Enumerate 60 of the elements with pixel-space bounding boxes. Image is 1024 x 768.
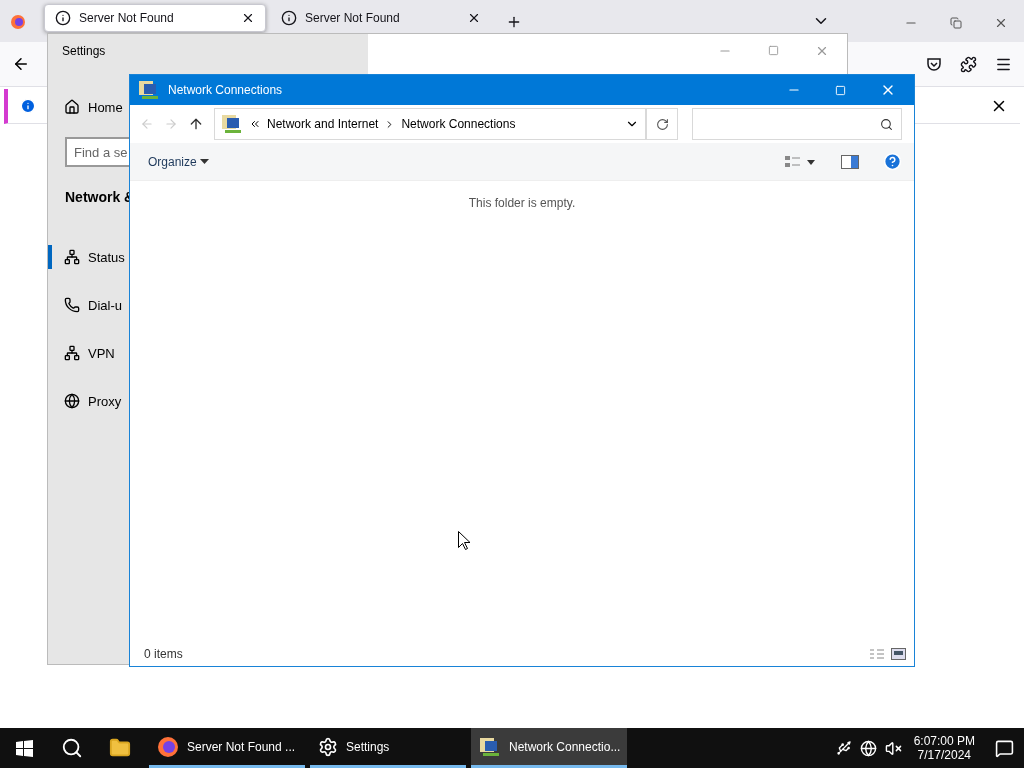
info-icon [20,98,36,114]
extensions-icon[interactable] [960,55,977,73]
usb-icon[interactable] [835,740,852,756]
breadcrumb-item[interactable]: Network Connections [401,117,516,131]
search-icon [880,117,893,131]
info-icon [281,10,297,26]
volume-muted-icon[interactable] [884,739,902,757]
nav-item[interactable]: VPN [48,329,129,377]
up-icon[interactable] [188,116,204,132]
globe-icon [64,393,80,409]
nav-item[interactable]: Status [48,233,129,281]
address-bar[interactable]: Network and Internet Network Connections [214,108,646,140]
item-count: 0 items [144,647,183,661]
nav-item[interactable]: Proxy [48,377,129,425]
close-icon[interactable] [241,11,255,25]
large-icons-view-icon[interactable] [891,648,906,660]
breadcrumb-item[interactable]: Network and Internet [267,117,379,131]
plus-icon[interactable] [506,14,522,30]
nav-item[interactable]: Home [48,83,129,131]
window-title: Settings [61,42,107,60]
window-title: Network Connections [168,83,283,97]
search-icon[interactable] [61,737,83,759]
home-icon [64,99,80,115]
clock[interactable]: 6:07:00 PM 7/17/2024 [913,734,975,762]
folder-icon[interactable] [109,737,131,759]
refresh-icon [655,117,669,131]
browser-tab[interactable]: Server Not Found [44,4,266,32]
restore-icon[interactable] [950,17,962,29]
help-icon[interactable] [883,152,902,171]
firefox-icon[interactable] [10,14,26,30]
network-icon [64,249,80,265]
info-icon [55,10,71,26]
nav-item[interactable]: Dial-u [48,281,129,329]
preview-pane-icon[interactable] [841,154,859,169]
settings-icon [318,736,338,757]
organize-button[interactable]: Organize [148,154,209,169]
view-options-icon[interactable] [785,154,815,169]
taskbar-item[interactable]: Network Connectio... [471,728,627,768]
empty-message: This folder is empty. [468,196,576,210]
back-icon[interactable] [12,55,30,73]
taskbar-item[interactable]: Server Not Found ... [149,728,305,768]
network-connections-icon [138,80,160,100]
caret-icon [199,158,209,165]
vpn-icon [64,345,80,361]
refresh-button[interactable] [646,108,678,140]
network-connections-icon [221,114,243,134]
search-field[interactable]: Find a se [65,137,129,167]
pocket-icon[interactable] [926,55,942,72]
network-icon[interactable] [859,739,877,757]
close-icon[interactable] [467,11,481,25]
browser-tab[interactable]: Server Not Found [270,4,492,32]
chevrons-icon [249,118,261,130]
windows-start-icon[interactable] [15,739,33,757]
notifications-icon[interactable] [995,738,1014,758]
network-connections-icon [479,736,501,757]
phone-icon [64,297,80,313]
taskbar-item[interactable]: Settings [310,728,466,768]
firefox-icon [157,735,179,758]
cursor-icon [458,531,470,550]
close-icon[interactable] [994,16,1008,30]
